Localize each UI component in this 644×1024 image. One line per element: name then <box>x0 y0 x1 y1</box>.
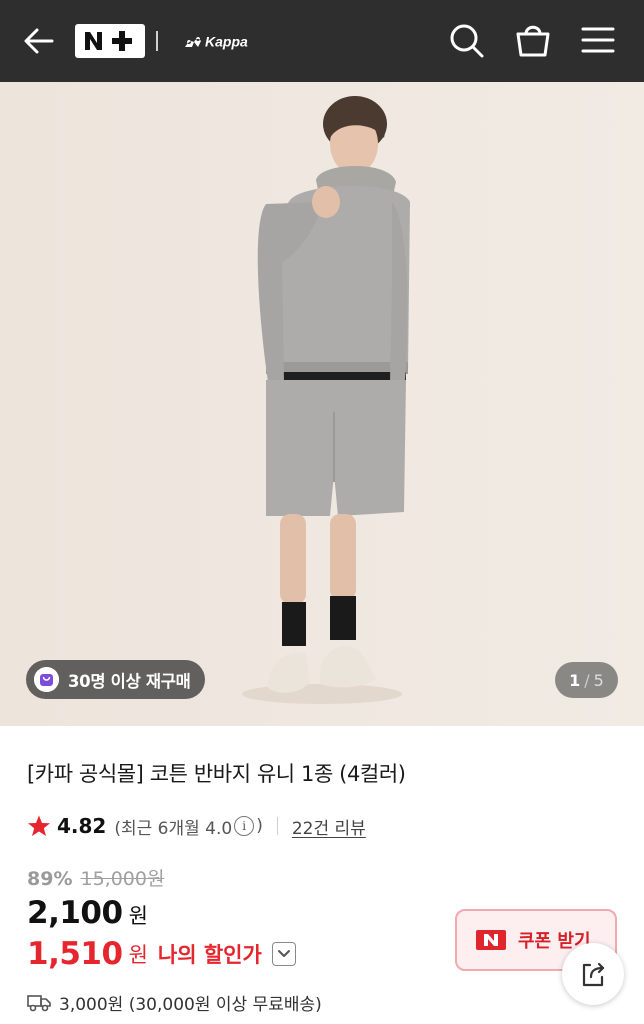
my-discount-price-unit: 원 <box>128 943 148 967</box>
shopping-bag-badge-icon <box>34 667 59 692</box>
rating-divider <box>276 817 278 835</box>
share-button[interactable] <box>562 943 624 1005</box>
rating-row: 4.82 (최근 6개월 4.0 i ) 22건 리뷰 <box>27 812 366 840</box>
sale-price: 2,100 <box>27 895 123 931</box>
truck-icon <box>27 994 51 1011</box>
current-page: 1 <box>569 670 581 690</box>
header-divider <box>156 31 158 51</box>
product-image-gallery[interactable]: 30명 이상 재구매 1 / 5 <box>0 82 644 726</box>
sale-price-row: 2,100 원 <box>27 895 148 931</box>
rating-value: 4.82 <box>57 814 107 838</box>
recent-rating: (최근 6개월 4.0 <box>114 818 233 839</box>
discount-rate: 89% <box>27 868 73 890</box>
hamburger-menu-icon[interactable] <box>581 25 615 55</box>
naver-plus-logo[interactable] <box>75 24 145 58</box>
naver-plus-icon <box>85 31 132 51</box>
review-count-link[interactable]: 22건 리뷰 <box>292 814 366 839</box>
top-app-bar: Kappa <box>0 0 644 82</box>
recent-rating-close: ) <box>256 816 263 836</box>
my-discount-price-label: 나의 할인가 <box>157 943 262 967</box>
repurchase-badge: 30명 이상 재구매 <box>26 660 205 699</box>
my-discount-price-row[interactable]: 1,510 원 나의 할인가 <box>27 936 296 972</box>
sale-price-unit: 원 <box>128 904 148 928</box>
arrow-left-icon[interactable] <box>22 25 56 57</box>
product-model-image <box>0 82 644 726</box>
svg-text:Kappa: Kappa <box>205 34 248 50</box>
share-icon <box>582 962 605 987</box>
search-icon[interactable] <box>449 22 485 60</box>
image-page-indicator: 1 / 5 <box>555 662 618 698</box>
shipping-info: 3,000원 (30,000원 이상 무료배송) <box>27 990 322 1015</box>
shipping-text: 3,000원 (30,000원 이상 무료배송) <box>59 995 322 1015</box>
kappa-logo[interactable]: Kappa <box>183 30 281 52</box>
star-icon <box>28 815 50 836</box>
product-title: [카파 공식몰] 코튼 반바지 유니 1종 (4컬러) <box>27 762 406 786</box>
original-price: 15,000원 <box>80 868 165 890</box>
chevron-down-icon[interactable] <box>271 942 296 966</box>
total-pages: 5 <box>593 670 604 690</box>
page-separator: / <box>584 670 590 690</box>
my-discount-price: 1,510 <box>27 936 123 972</box>
repurchase-badge-text: 30명 이상 재구매 <box>68 671 191 691</box>
naver-n-icon <box>476 930 506 950</box>
original-price-row: 89% 15,000원 <box>27 864 164 891</box>
shopping-bag-icon[interactable] <box>514 21 552 59</box>
info-icon[interactable]: i <box>234 816 255 836</box>
